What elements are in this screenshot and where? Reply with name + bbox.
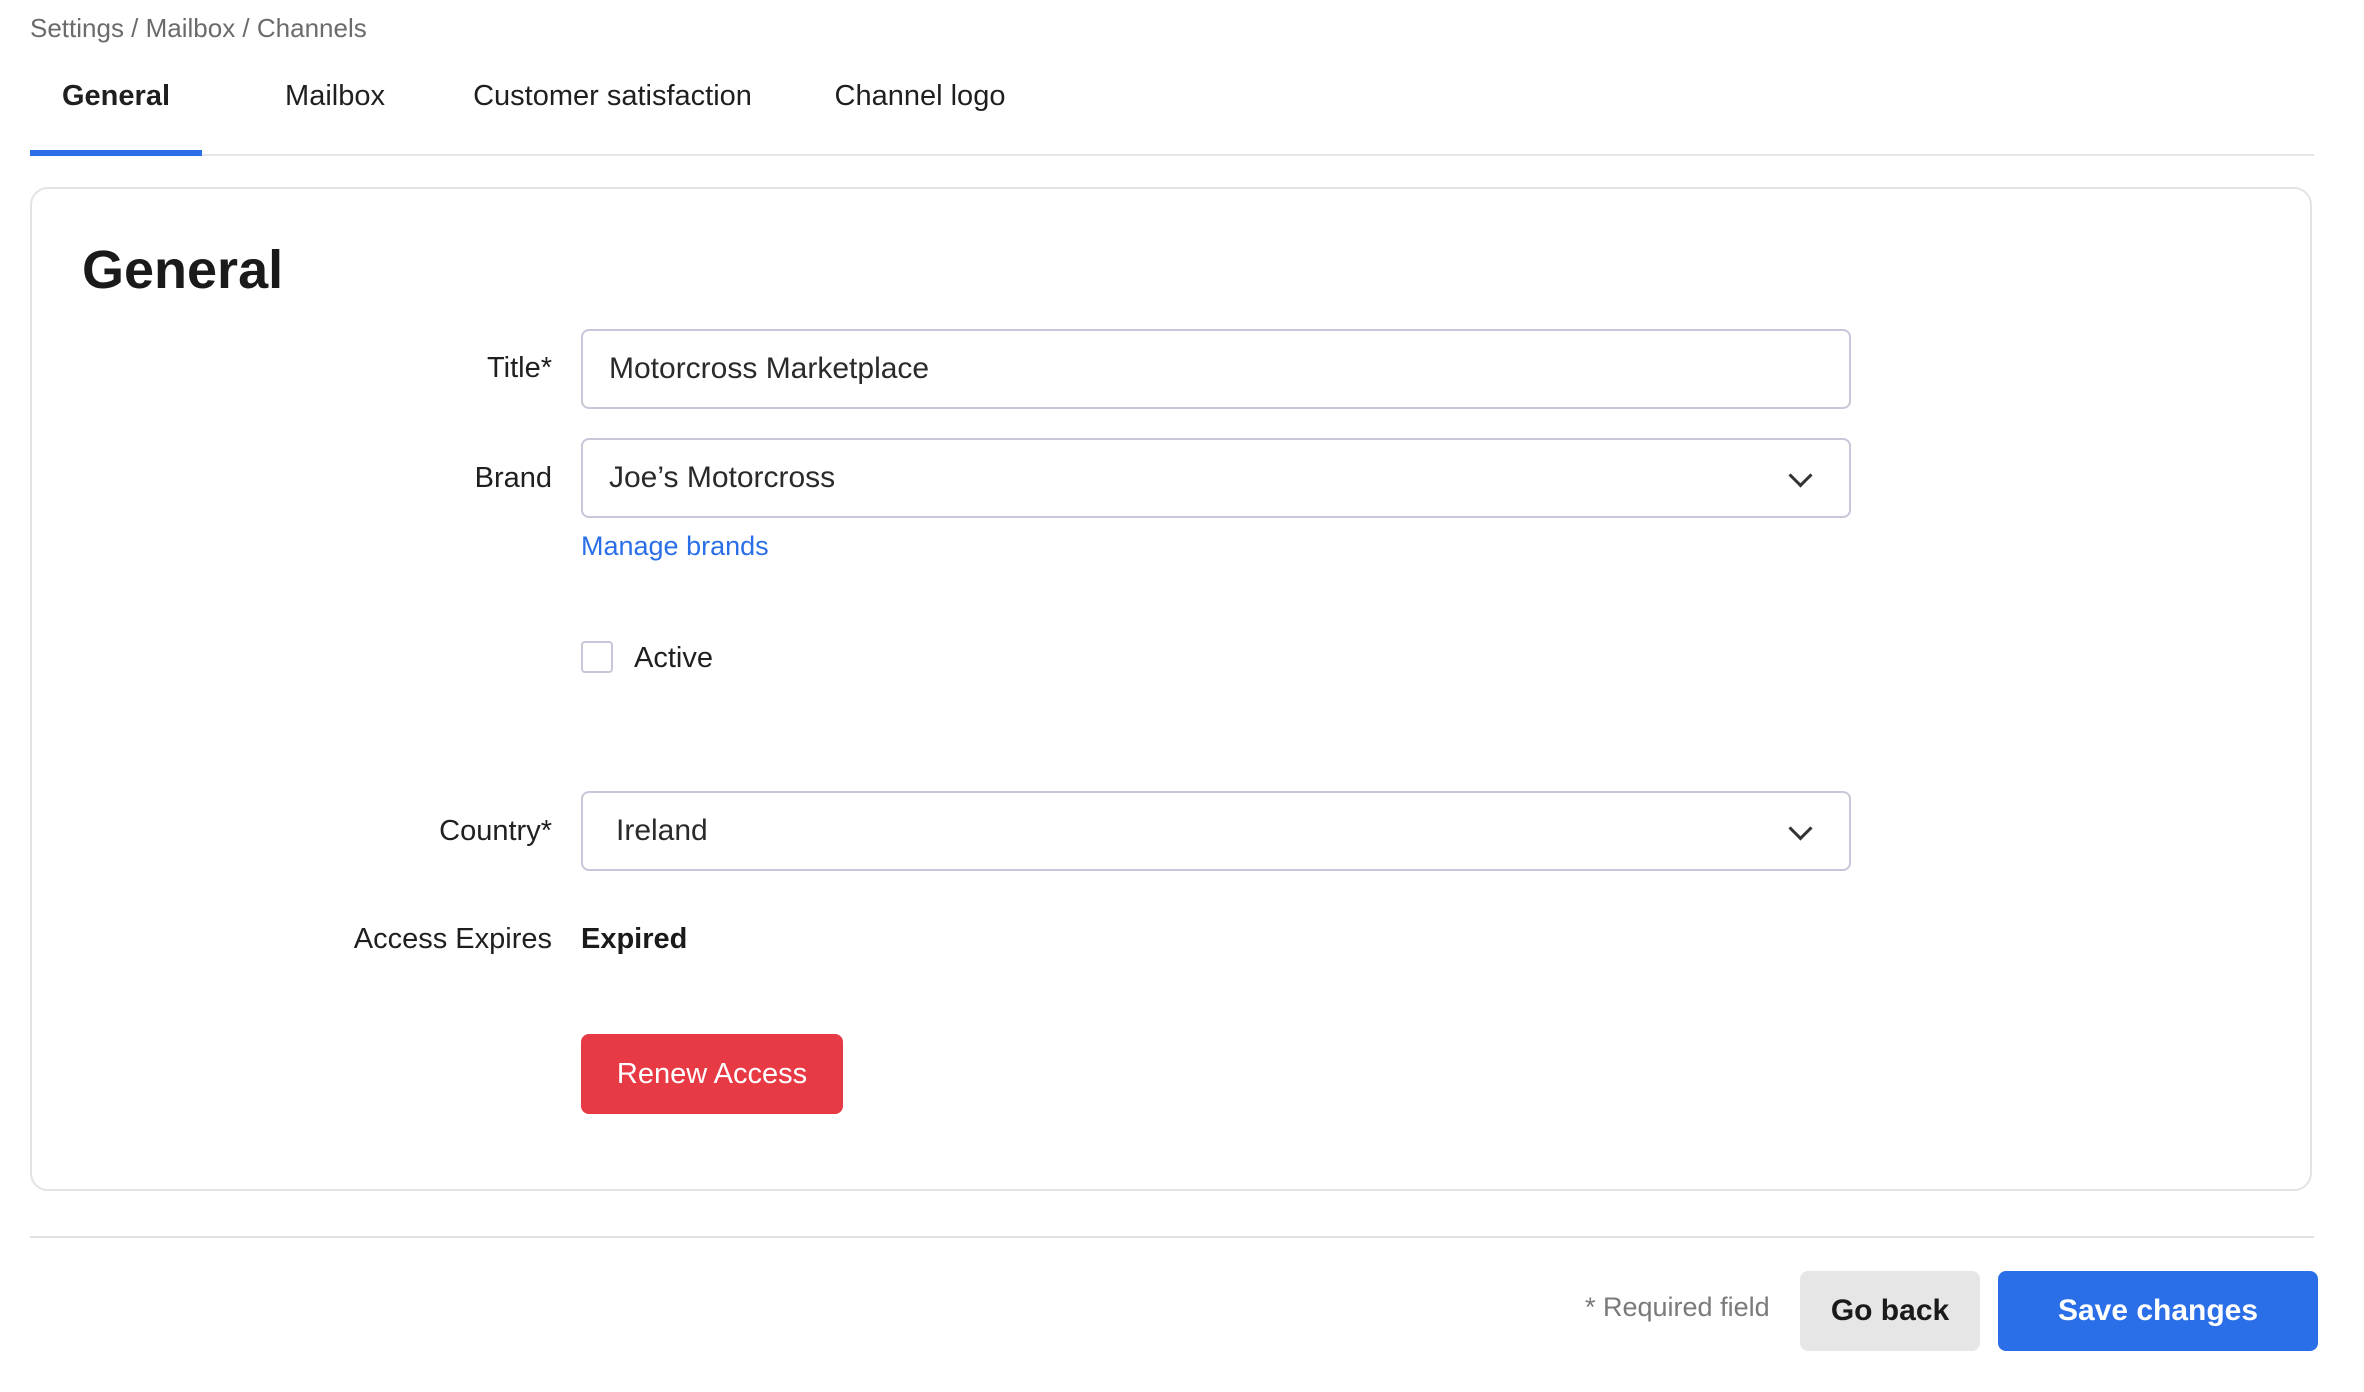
- title-input-value: Motorcross Marketplace: [609, 352, 930, 385]
- title-label: Title*: [487, 352, 552, 384]
- breadcrumb[interactable]: Settings / Mailbox / Channels: [30, 10, 367, 46]
- chevron-down-icon: [1788, 463, 1813, 488]
- manage-brands-link[interactable]: Manage brands: [581, 531, 769, 562]
- tab-general[interactable]: General: [30, 68, 202, 156]
- active-checkbox[interactable]: [581, 641, 613, 673]
- access-expires-label: Access Expires: [353, 923, 552, 955]
- general-card: General Title* Motorcross Marketplace Br…: [30, 187, 2312, 1191]
- brand-select[interactable]: Joe’s Motorcross: [581, 438, 1851, 518]
- channel-settings-page: Settings / Mailbox / Channels General Ma…: [0, 0, 2364, 1392]
- renew-access-button[interactable]: Renew Access: [581, 1034, 843, 1114]
- country-select-value: Ireland: [616, 814, 708, 847]
- tab-channel-logo[interactable]: Channel logo: [800, 68, 1040, 154]
- title-input[interactable]: Motorcross Marketplace: [581, 329, 1851, 409]
- go-back-button[interactable]: Go back: [1800, 1271, 1980, 1351]
- tab-mailbox[interactable]: Mailbox: [255, 68, 415, 154]
- brand-label: Brand: [474, 462, 552, 494]
- brand-select-value: Joe’s Motorcross: [609, 461, 836, 494]
- tab-customer-satisfaction[interactable]: Customer satisfaction: [440, 68, 785, 154]
- active-checkbox-label[interactable]: Active: [634, 642, 713, 675]
- save-changes-button[interactable]: Save changes: [1998, 1271, 2318, 1351]
- country-label: Country*: [439, 815, 552, 847]
- footer-divider: [30, 1236, 2314, 1238]
- required-field-note: * Required field: [1585, 1292, 1770, 1322]
- chevron-down-icon: [1788, 816, 1813, 841]
- country-select[interactable]: Ireland: [581, 791, 1851, 871]
- tab-bar: General Mailbox Customer satisfaction Ch…: [30, 68, 2314, 156]
- card-title: General: [82, 240, 284, 300]
- access-expires-value: Expired: [581, 923, 688, 955]
